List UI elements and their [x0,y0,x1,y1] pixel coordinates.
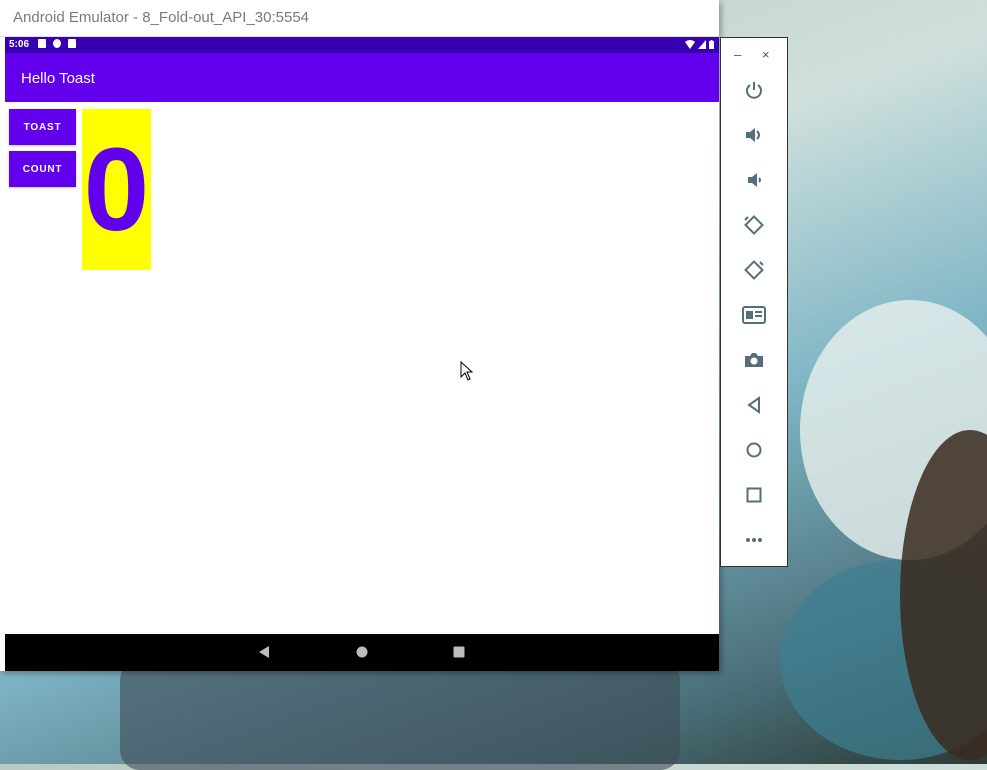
power-icon[interactable] [742,78,766,102]
battery-icon [709,40,714,49]
status-bar: 5:06 [5,37,719,53]
status-system-icons [685,40,714,49]
home-icon[interactable] [742,438,766,462]
back-icon[interactable] [742,393,766,417]
emulator-control-panel: – × [720,37,788,567]
screenshot-icon[interactable] [742,303,766,327]
sd-card-icon [68,39,76,48]
window-title-bar[interactable]: Android Emulator - 8_Fold-out_API_30:555… [0,0,719,37]
app-content: TOAST COUNT 0 [5,102,719,634]
count-display: 0 [82,109,151,270]
recents-icon[interactable] [452,645,466,659]
close-button[interactable]: × [762,47,770,62]
count-button[interactable]: COUNT [9,151,76,187]
minimize-button[interactable]: – [734,47,741,62]
signal-icon [698,40,706,49]
more-icon[interactable] [742,528,766,552]
camera-icon[interactable] [742,348,766,372]
status-notification-icons [38,39,76,48]
device-screen[interactable]: 5:06 Hello Toast TOAST COUNT 0 [5,37,719,671]
notification-circle-icon [53,39,61,48]
back-icon[interactable] [257,645,271,659]
volume-up-icon[interactable] [742,123,766,147]
status-time: 5:06 [9,39,30,50]
toast-button[interactable]: TOAST [9,109,76,145]
app-title: Hello Toast [21,70,95,87]
rotate-right-icon[interactable] [742,258,766,282]
app-toolbar: Hello Toast [5,53,719,102]
window-title: Android Emulator - 8_Fold-out_API_30:555… [13,9,310,26]
home-icon[interactable] [355,645,369,659]
volume-down-icon[interactable] [742,168,766,192]
rotate-left-icon[interactable] [742,213,766,237]
overview-icon[interactable] [742,483,766,507]
wifi-icon [685,40,695,49]
navigation-bar [5,634,719,671]
notification-a-icon [38,39,46,48]
mouse-cursor-icon [460,361,474,381]
emulator-window: Android Emulator - 8_Fold-out_API_30:555… [0,0,719,671]
